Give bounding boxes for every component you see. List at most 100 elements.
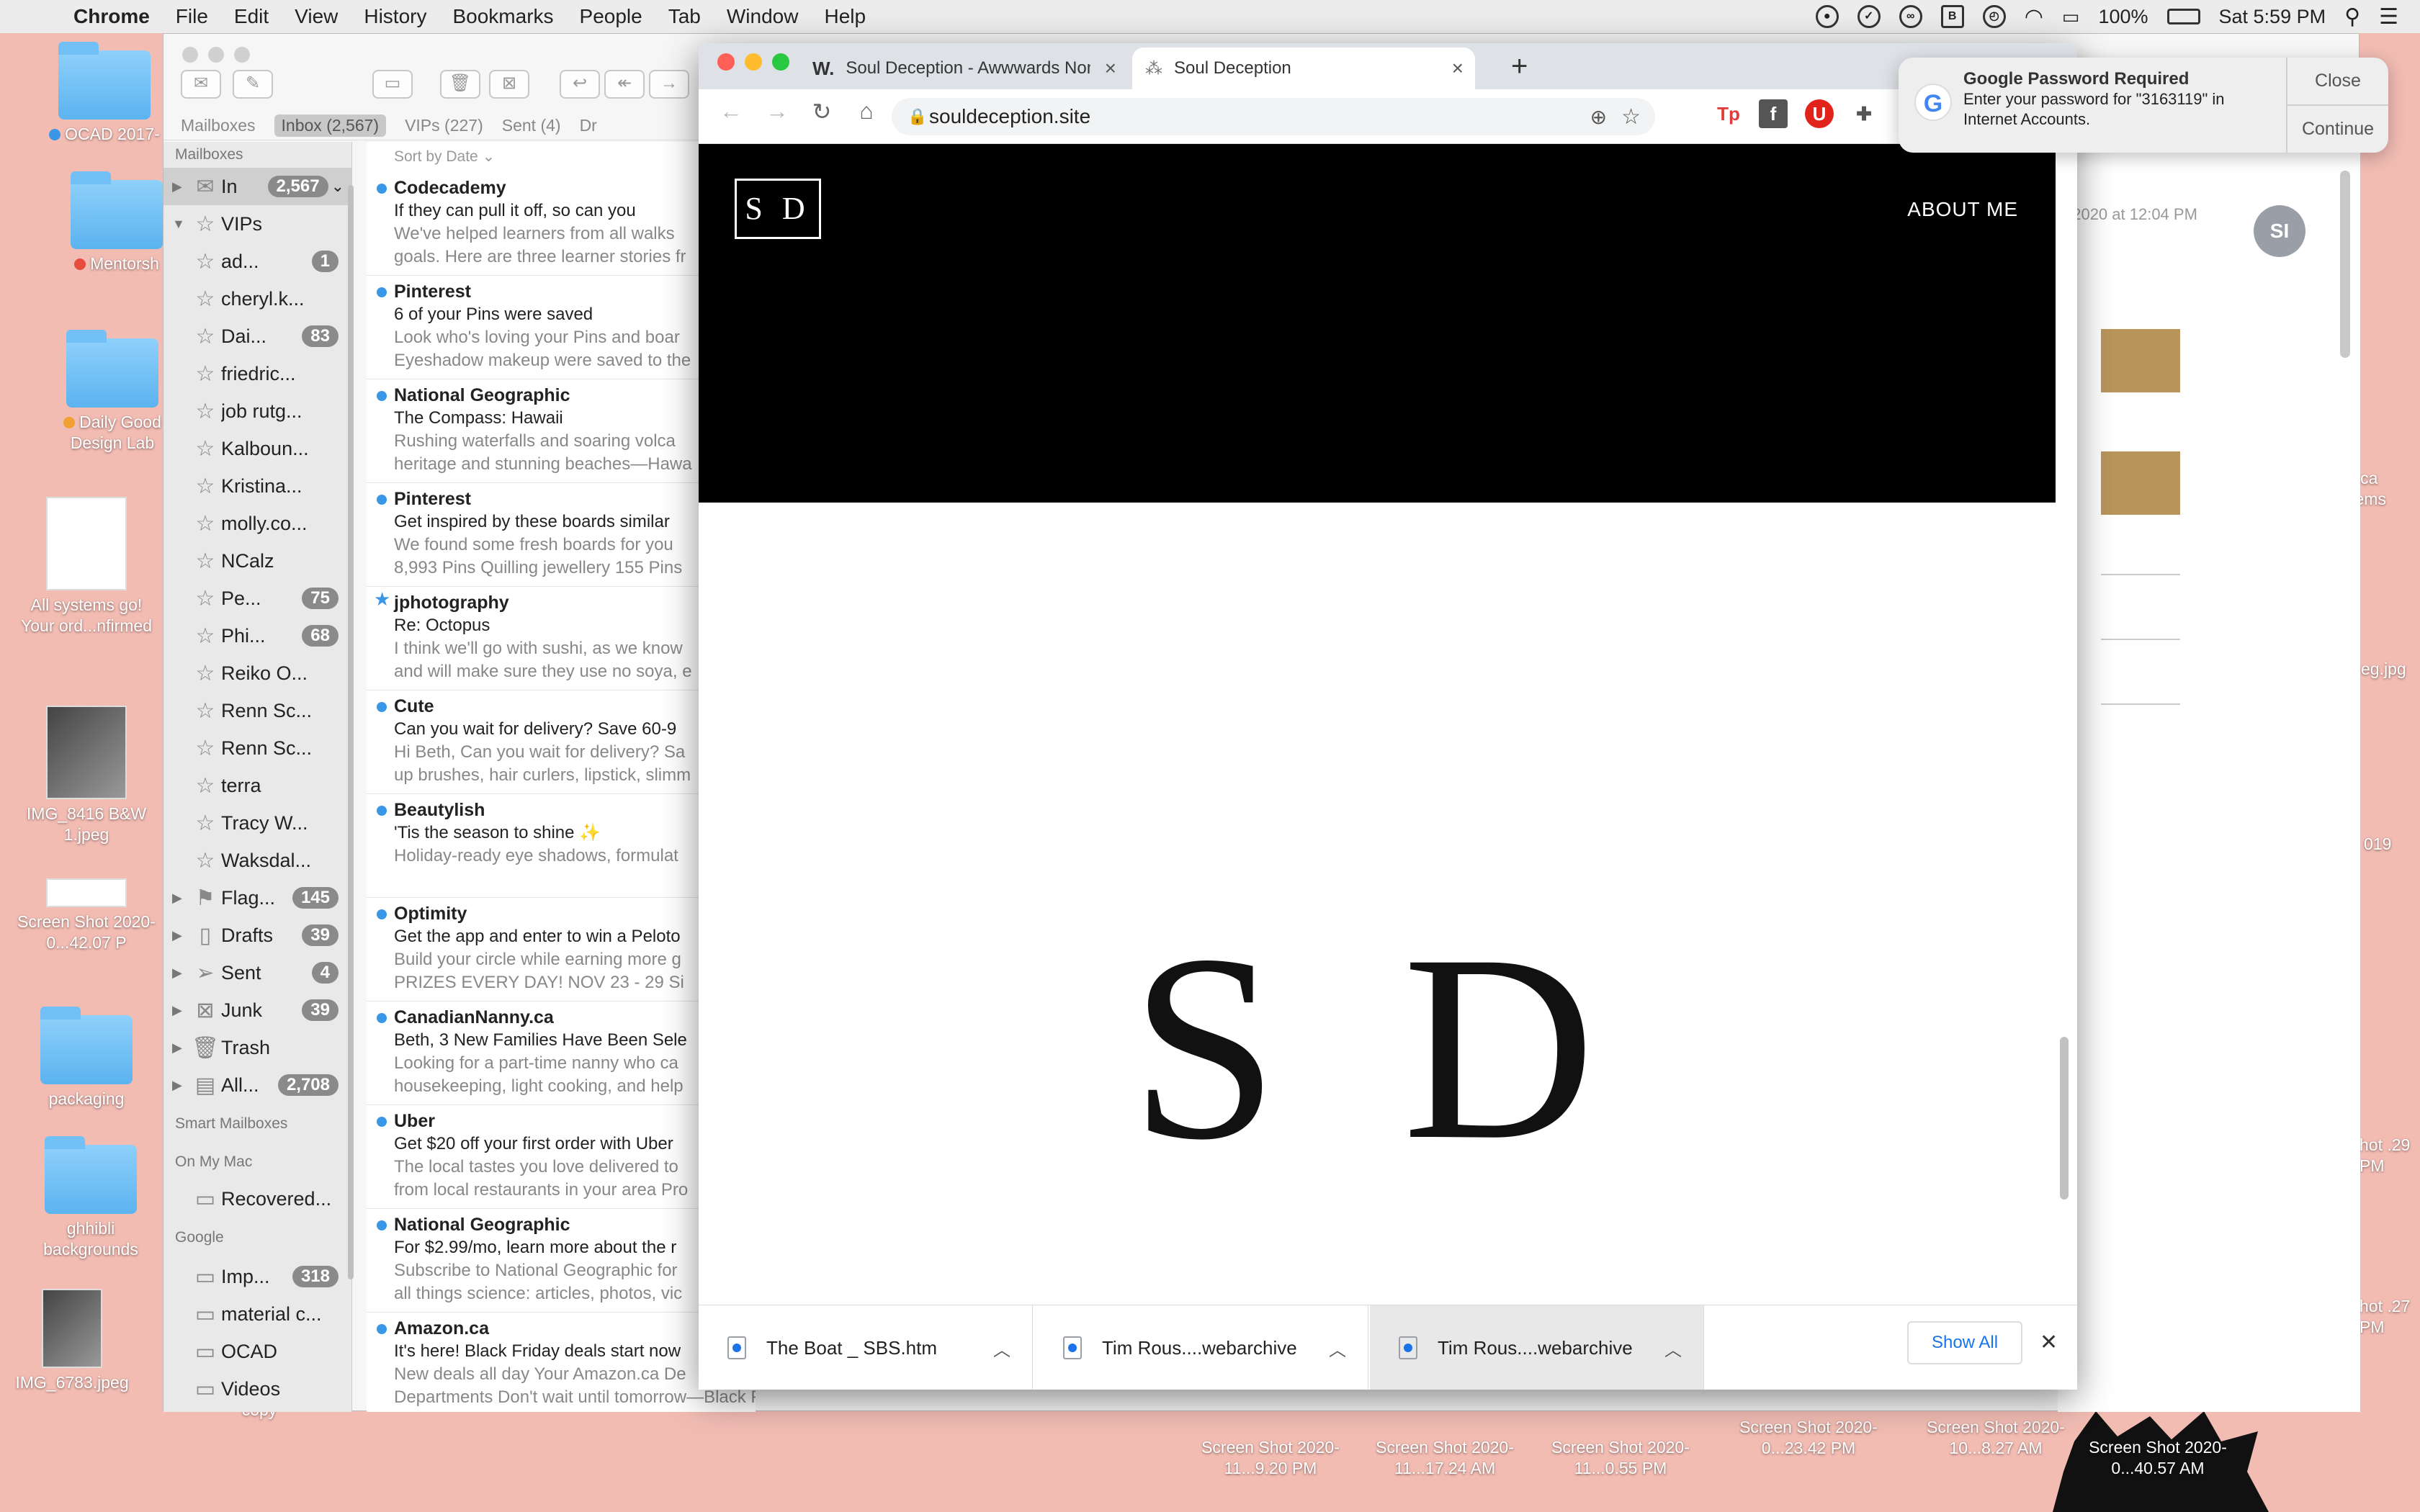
message-row[interactable]: Optimity Get the app and enter to win a P… [367, 898, 756, 1002]
menu-bookmarks[interactable]: Bookmarks [439, 5, 566, 28]
desktop-screenshot-1[interactable]: Screen Shot 2020-11...9.20 PM [1198, 1437, 1343, 1479]
on-my-mac-heading[interactable]: On My Mac [163, 1144, 351, 1180]
script-icon[interactable]: B [1940, 5, 1964, 28]
window-zoom-button[interactable] [772, 53, 789, 71]
google-heading[interactable]: Google [163, 1218, 351, 1258]
desktop-file-pdf[interactable]: All systems go! Your ord...nfirmed [14, 497, 158, 636]
delete-button[interactable]: 🗑 [440, 70, 480, 99]
sidebar-item-folder[interactable]: ▶ ⚑ Flag... 145 [163, 879, 351, 917]
desktop-file-right-5[interactable]: hot .27 PM [2360, 1296, 2420, 1338]
add-icon[interactable]: ⊕ [1590, 105, 1607, 129]
download-item[interactable]: Tim Rous....webarchive ︿ [1034, 1305, 1368, 1390]
disclosure-icon[interactable]: ▶ [172, 1040, 189, 1056]
sidebar-item-google[interactable]: ▭ Videos [163, 1370, 351, 1408]
fav-vips[interactable]: VIPs (227) [405, 116, 483, 135]
reading-scrollbar[interactable] [2340, 171, 2350, 358]
desktop-file-right-4[interactable]: hot .29 PM [2360, 1135, 2420, 1176]
download-item[interactable]: The Boat _ SBS.htm ︿ [699, 1305, 1033, 1390]
message-row[interactable]: Amazon.ca It's here! Black Friday deals s… [367, 1313, 756, 1412]
window-close-button[interactable] [717, 53, 735, 71]
wifi-icon[interactable]: ◠ [2025, 4, 2043, 30]
desktop-screenshot-4[interactable]: Screen Shot 2020-0...23.42 PM [1731, 1417, 1886, 1459]
disclosure-icon[interactable]: ▼ [172, 217, 189, 232]
window-close-button[interactable] [182, 47, 198, 63]
home-button[interactable]: ⌂ [848, 98, 884, 125]
sidebar-item-vip[interactable]: ☆ Dai... 83 [163, 318, 351, 355]
sidebar-item-vip[interactable]: ☆ Waksdal... [163, 842, 351, 879]
clock[interactable]: Sat 5:59 PM [2219, 6, 2326, 28]
close-button[interactable]: Close [2287, 58, 2388, 106]
message-row[interactable]: National Geographic The Compass: Hawaii Ru… [367, 379, 756, 483]
sidebar-item-vip[interactable]: ☆ ad... 1 [163, 243, 351, 280]
window-minimize-button[interactable] [745, 53, 762, 71]
password-notification[interactable]: G Google Password Required Enter your pa… [1899, 58, 2388, 153]
sidebar-item-google[interactable]: ▭ Imp... 318 [163, 1258, 351, 1295]
sidebar-item-vip[interactable]: ☆ cheryl.k... [163, 280, 351, 318]
disclosure-icon[interactable]: ▶ [172, 891, 189, 906]
sidebar-item-vip[interactable]: ☆ Tracy W... [163, 804, 351, 842]
desktop-file-img8416[interactable]: IMG_8416 B&W 1.jpeg [14, 706, 158, 845]
back-button[interactable]: ← [713, 98, 749, 125]
sidebar-item-vips[interactable]: ▼ ☆ VIPs [163, 205, 351, 243]
extension-facebook-icon[interactable]: f [1759, 99, 1788, 128]
close-icon[interactable]: ✕ [2040, 1330, 2058, 1355]
sidebar-item-folder[interactable]: ▶ ➢ Sent 4 [163, 954, 351, 991]
message-row[interactable]: ★ jphotography Re: Octopus I think we'll go… [367, 587, 756, 690]
desktop-screenshot-5[interactable]: Screen Shot 2020-10...8.27 AM [1919, 1417, 2073, 1459]
desktop-file-img6783[interactable]: IMG_6783.jpeg [0, 1289, 144, 1393]
time-machine-icon[interactable]: ◴ [1982, 5, 2006, 28]
new-tab-button[interactable]: + [1511, 50, 1528, 83]
sidebar-item-folder[interactable]: ▶ ⊠ Junk 39 [163, 991, 351, 1029]
chevron-up-icon[interactable]: ︿ [1664, 1336, 1682, 1361]
menu-history[interactable]: History [351, 5, 439, 28]
sidebar-item-vip[interactable]: ☆ friedric... [163, 355, 351, 392]
desktop-file-right-2[interactable]: eg.jpg [2361, 659, 2419, 680]
message-row[interactable]: Pinterest Get inspired by these boards si… [367, 483, 756, 587]
menu-view[interactable]: View [282, 5, 351, 28]
vpn-icon[interactable]: ✓ [1857, 5, 1881, 28]
address-bar[interactable]: 🔒 souldeception.site ⊕ ☆ [892, 98, 1655, 135]
sidebar-item-vip[interactable]: ☆ Renn Sc... [163, 692, 351, 729]
fav-inbox[interactable]: Inbox (2,567) [274, 114, 387, 137]
sidebar-item-vip[interactable]: ☆ Pe... 75 [163, 580, 351, 617]
sidebar-item-vip[interactable]: ☆ job rutg... [163, 392, 351, 430]
sidebar-item-vip[interactable]: ☆ molly.co... [163, 505, 351, 542]
extension-ublock-icon[interactable]: U [1805, 99, 1834, 128]
airplay-icon[interactable]: ▭ [2062, 6, 2080, 28]
disclosure-icon[interactable]: ▶ [172, 966, 189, 981]
message-row[interactable]: Uber Get $20 off your first order with Ub… [367, 1105, 756, 1209]
smart-mailboxes-heading[interactable]: Smart Mailboxes [163, 1104, 351, 1144]
page-scrollbar[interactable] [2060, 1037, 2069, 1200]
get-mail-button[interactable]: ✉ [181, 70, 221, 99]
chevron-up-icon[interactable]: ︿ [1329, 1336, 1346, 1361]
message-row[interactable]: National Geographic For $2.99/mo, learn m… [367, 1209, 756, 1313]
disclosure-icon[interactable]: ▶ [172, 1078, 189, 1093]
sidebar-item-folder[interactable]: ▶ ▯ Drafts 39 [163, 917, 351, 954]
menu-help[interactable]: Help [811, 5, 879, 28]
menu-tab[interactable]: Tab [655, 5, 714, 28]
chevron-up-icon[interactable]: ︿ [993, 1336, 1010, 1361]
menu-app-name[interactable]: Chrome [60, 5, 163, 28]
download-item[interactable]: Tim Rous....webarchive ︿ [1370, 1305, 1704, 1390]
tab-soul-deception[interactable]: ⁂ Soul Deception × [1132, 48, 1475, 89]
sidebar-item-vip[interactable]: ☆ terra [163, 767, 351, 804]
extensions-puzzle-icon[interactable]: ✚ [1850, 99, 1878, 128]
tab-close-icon[interactable]: × [1452, 57, 1464, 80]
archive-button[interactable]: ▭ [372, 70, 413, 99]
lock-icon[interactable]: 🔒 [908, 107, 929, 126]
creative-cloud-icon[interactable]: ∞ [1899, 5, 1922, 28]
tab-close-icon[interactable]: × [1105, 57, 1116, 80]
sort-by-date[interactable]: Sort by Date ⌄ [367, 142, 756, 172]
menu-window[interactable]: Window [714, 5, 812, 28]
sidebar-item-vip[interactable]: ☆ Reiko O... [163, 654, 351, 692]
mailboxes-toggle[interactable]: Mailboxes [181, 116, 256, 135]
nav-about-me[interactable]: ABOUT ME [1907, 198, 2018, 221]
reload-button[interactable]: ↻ [804, 98, 840, 125]
disclosure-icon[interactable]: ▶ [172, 179, 189, 194]
sidebar-item-vip[interactable]: ☆ Kalboun... [163, 430, 351, 467]
desktop-screenshot-2[interactable]: Screen Shot 2020-11...17.24 AM [1373, 1437, 1517, 1479]
message-row[interactable]: Codecademy If they can pull it off, so ca… [367, 172, 756, 276]
sidebar-item-inbox[interactable]: ▶ ✉ In 2,567 ⌄ [163, 168, 351, 205]
compose-button[interactable]: ✎ [233, 70, 273, 99]
control-list-icon[interactable]: ☰ [2379, 4, 2398, 30]
